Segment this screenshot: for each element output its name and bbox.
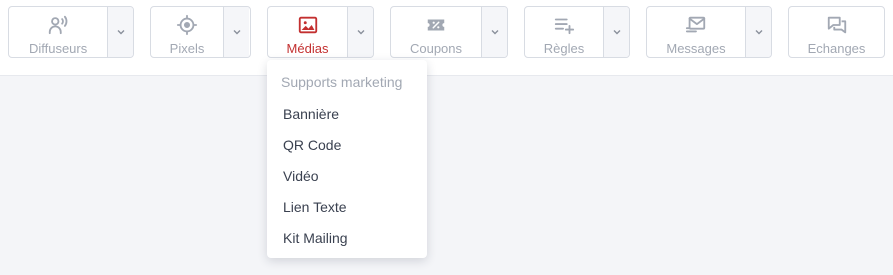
medias-dropdown-menu: Supports marketing Bannière QR Code Vidé… [267, 60, 427, 258]
medias-button[interactable]: Médias [268, 7, 347, 57]
echanges-label: Echanges [807, 41, 866, 56]
list-add-icon [554, 18, 575, 35]
echanges-button[interactable]: Echanges [789, 7, 884, 57]
medias-button-group: Médias [267, 6, 374, 58]
messages-button[interactable]: Messages [647, 7, 745, 57]
menu-item-lien-texte[interactable]: Lien Texte [267, 193, 427, 221]
image-icon [298, 16, 317, 34]
chevron-down-icon [755, 30, 762, 35]
ticket-icon [427, 19, 445, 31]
menu-item-video[interactable]: Vidéo [267, 162, 427, 190]
coupons-button-group: Coupons [390, 6, 508, 58]
chevron-down-icon [491, 30, 498, 35]
pixels-button[interactable]: Pixels [151, 7, 223, 57]
pixels-label: Pixels [169, 41, 205, 56]
medias-dropdown-toggle[interactable] [347, 7, 373, 57]
diffuseurs-dropdown-toggle[interactable] [107, 7, 133, 57]
chevron-down-icon [357, 30, 364, 35]
pixels-dropdown-toggle[interactable] [223, 7, 249, 57]
menu-item-banniere[interactable]: Bannière [267, 100, 427, 128]
diffuseurs-button-group: Diffuseurs [8, 6, 134, 58]
regles-dropdown-toggle[interactable] [603, 7, 629, 57]
echanges-button-group: Echanges [788, 6, 885, 58]
chevron-down-icon [117, 30, 125, 35]
menu-item-kit-mailing[interactable]: Kit Mailing [267, 224, 427, 252]
menu-item-qr-code[interactable]: QR Code [267, 131, 427, 159]
chevron-down-icon [613, 30, 620, 35]
diffuseurs-label: Diffuseurs [28, 41, 88, 56]
regles-button-group: Règles [524, 6, 630, 58]
coupons-button[interactable]: Coupons [391, 7, 481, 57]
broadcaster-icon [48, 15, 68, 35]
chat-icon [827, 16, 846, 34]
regles-label: Règles [543, 41, 585, 56]
messages-label: Messages [666, 41, 726, 56]
regles-button[interactable]: Règles [525, 7, 603, 57]
chevron-down-icon [233, 30, 240, 35]
menu-section-header: Supports marketing [281, 74, 403, 90]
coupons-label: Coupons [409, 41, 463, 56]
coupons-dropdown-toggle[interactable] [481, 7, 507, 57]
messages-dropdown-toggle[interactable] [745, 7, 771, 57]
diffuseurs-button[interactable]: Diffuseurs [9, 7, 107, 57]
pixels-button-group: Pixels [150, 6, 251, 58]
crosshair-icon [176, 14, 198, 36]
mail-icon [685, 16, 706, 33]
medias-label: Médias [286, 41, 329, 56]
toolbar: Diffuseurs Pixels Médias Coupons Règles … [0, 0, 893, 76]
messages-button-group: Messages [646, 6, 772, 58]
